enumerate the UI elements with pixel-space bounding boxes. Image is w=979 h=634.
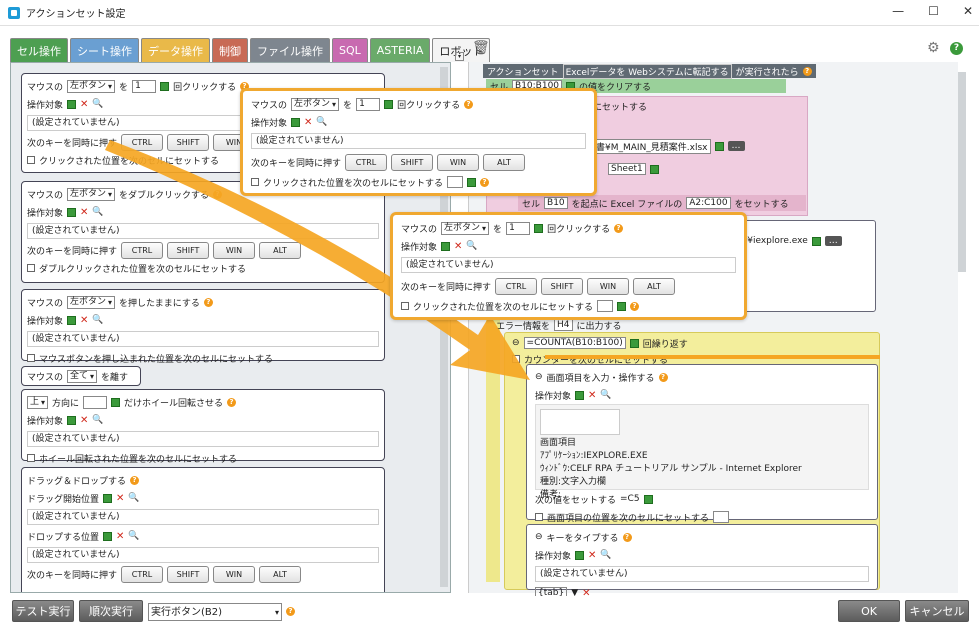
label: 操作対象 [251,118,288,129]
mouse-button-select[interactable]: 左ボタン [291,97,340,111]
help-icon[interactable]: ? [286,607,295,616]
label: 次のキーを同時に押す [251,158,342,169]
sequential-run-button[interactable]: 順次実行 [79,600,143,622]
label: クリックされた位置を次のセルにセットする [413,302,594,313]
win-key[interactable]: WIN [587,277,630,295]
label: を [493,224,503,235]
cell-icon[interactable] [534,223,544,233]
help-icon[interactable]: ? [480,177,490,187]
cell-icon[interactable] [467,177,477,187]
label: 回クリックする [547,224,611,235]
shift-key[interactable]: SHIFT [541,277,584,295]
checkbox[interactable] [251,178,259,186]
ctrl-key[interactable]: CTRL [345,153,388,171]
target-value: (設定されていません) [401,257,736,273]
zoom-popup-1: マウスの左ボタンを1 回クリックする? 操作対象 ✕ 🔍 (設定されていません) 次の… [240,88,597,196]
cell-input[interactable] [447,176,464,188]
edit-icon[interactable] [291,117,301,127]
click-count-input[interactable]: 1 [356,97,381,111]
shift-key[interactable]: SHIFT [391,153,434,171]
cell-icon[interactable] [384,99,394,109]
cancel-button[interactable]: キャンセル [905,600,969,622]
label: マウスの [401,224,438,235]
label: 回クリックする [397,100,461,111]
target-value: (設定されていません) [251,133,586,149]
click-count-input[interactable]: 1 [506,221,531,235]
alt-key[interactable]: ALT [483,153,526,171]
cell-input[interactable] [597,300,614,312]
label: 操作対象 [401,242,438,253]
help-icon[interactable]: ? [464,99,474,109]
zoom-popup-2: マウスの左ボタンを1 回クリックする? 操作対象 ✕ 🔍 (設定されていません) 次の… [390,212,747,320]
run-button-select[interactable]: 実行ボタン(B2) [148,603,282,621]
key-icon[interactable]: 🔍 [466,241,477,251]
delete-icon[interactable]: ✕ [454,241,462,252]
label: 次のキーを同時に押す [401,282,492,293]
label: クリックされた位置を次のセルにセットする [263,178,444,189]
ok-button[interactable]: OK [838,600,900,622]
bottom-bar: テスト実行 順次実行 実行ボタン(B2) ? OK キャンセル [0,596,979,634]
alt-key[interactable]: ALT [633,277,676,295]
help-icon[interactable]: ? [614,223,624,233]
help-icon[interactable]: ? [630,301,640,311]
win-key[interactable]: WIN [437,153,480,171]
edit-icon[interactable] [441,241,451,251]
checkbox[interactable] [401,302,409,310]
key-icon[interactable]: 🔍 [316,117,327,127]
label: を [343,100,353,111]
mouse-button-select[interactable]: 左ボタン [441,221,490,235]
cell-icon[interactable] [617,301,627,311]
delete-icon[interactable]: ✕ [304,117,312,128]
label: マウスの [251,100,288,111]
ctrl-key[interactable]: CTRL [495,277,538,295]
test-run-button[interactable]: テスト実行 [12,600,74,622]
